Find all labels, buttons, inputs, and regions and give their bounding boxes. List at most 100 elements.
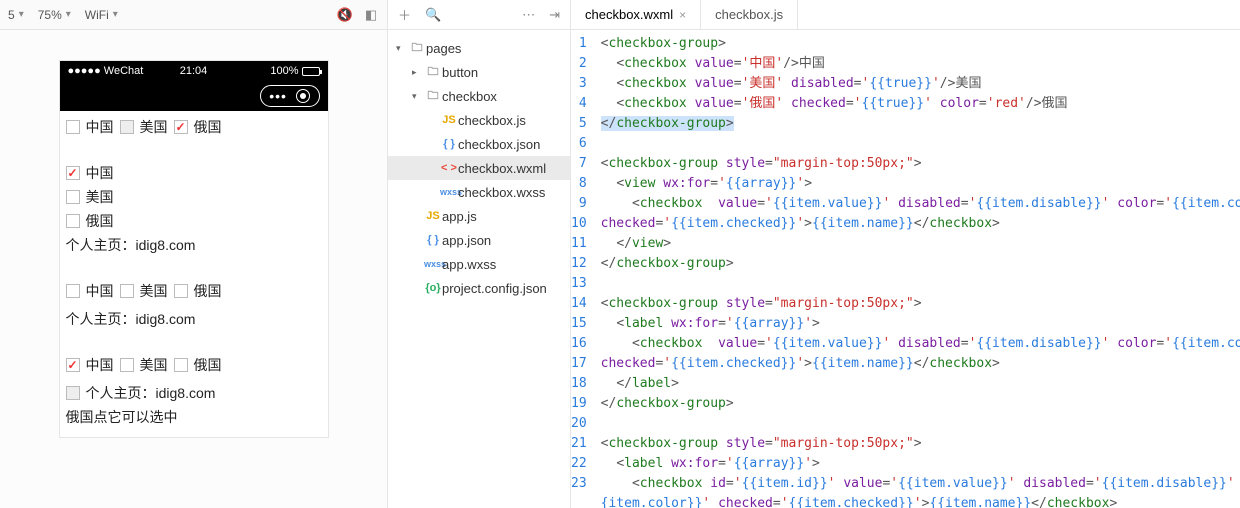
checkbox[interactable]: [120, 284, 134, 298]
checkbox-group-1: 中国 美国 俄国: [66, 117, 322, 137]
checkbox[interactable]: [120, 120, 134, 134]
editor-panel: checkbox.wxml × checkbox.js 1234567891011…: [571, 0, 1240, 508]
checkbox[interactable]: [66, 120, 80, 134]
code-content[interactable]: <checkbox-group> <checkbox value='中国'/>中…: [595, 30, 1240, 508]
file-tree: ▾🗀pages ▸🗀button ▾🗀checkbox JScheckbox.j…: [388, 30, 570, 306]
tab-label: checkbox.wxml: [585, 7, 673, 22]
carrier-label: ●●●●● WeChat: [68, 65, 152, 77]
tree-file[interactable]: wxssapp.wxss: [388, 252, 570, 276]
tree-label: checkbox.js: [458, 113, 526, 128]
checkbox[interactable]: [174, 358, 188, 372]
tree-toolbar: ＋ 🔍 ⋯ ⇥: [388, 0, 570, 30]
more-icon[interactable]: •••: [269, 88, 287, 104]
capsule: •••: [260, 85, 320, 107]
tree-file[interactable]: { }app.json: [388, 228, 570, 252]
chevron-down-icon: ▾: [19, 9, 24, 20]
add-icon[interactable]: ＋: [398, 5, 411, 24]
tree-file[interactable]: JScheckbox.js: [388, 108, 570, 132]
tree-folder-pages[interactable]: ▾🗀pages: [388, 36, 570, 60]
tree-file[interactable]: {o}project.config.json: [388, 276, 570, 300]
simulator-toolbar: 5▾ 75%▾ WiFi▾ 🔇 ◧: [0, 0, 387, 30]
phone-frame: ●●●●● WeChat 21:04 100% ••• 中国 美国 俄国: [59, 60, 329, 438]
line-gutter: 1234567891011121314151617181920212223: [571, 30, 595, 508]
js-icon: JS: [440, 114, 458, 126]
network-value: WiFi: [85, 8, 109, 22]
checkbox[interactable]: [66, 358, 80, 372]
checkbox[interactable]: [66, 284, 80, 298]
mute-icon[interactable]: 🔇: [337, 7, 353, 23]
tree-label: app.wxss: [442, 257, 496, 272]
tree-label: project.config.json: [442, 281, 547, 296]
device-select[interactable]: 5▾: [8, 8, 24, 22]
wxml-icon: < >: [440, 162, 458, 174]
tab-label: checkbox.js: [715, 7, 783, 22]
checkbox-label: 美国: [140, 281, 168, 301]
home-text: 个人主页：idig8.com: [66, 235, 322, 255]
layout-icon[interactable]: ◧: [363, 7, 379, 23]
chevron-down-icon: ▾: [66, 9, 71, 20]
checkbox-label: 中国: [86, 355, 114, 375]
checkbox[interactable]: [66, 166, 80, 180]
note-text: 俄国点它可以选中: [66, 407, 322, 427]
home-text: 个人主页：idig8.com: [86, 383, 216, 403]
wxss-icon: wxss: [424, 259, 442, 269]
clock: 21:04: [152, 65, 236, 77]
json-icon: { }: [424, 234, 442, 246]
caret-down-icon: ▾: [396, 43, 408, 54]
checkbox-label: 俄国: [194, 117, 222, 137]
tree-label: button: [442, 65, 478, 80]
config-icon: {o}: [424, 282, 442, 294]
tree-label: app.js: [442, 209, 477, 224]
tree-label: checkbox.json: [458, 137, 540, 152]
folder-icon: 🗀: [424, 63, 442, 82]
more-icon[interactable]: ⋯: [522, 7, 535, 23]
tree-file[interactable]: JSapp.js: [388, 204, 570, 228]
home-text: 个人主页：idig8.com: [66, 309, 322, 329]
folder-icon: 🗀: [424, 87, 442, 106]
tab-checkbox-wxml[interactable]: checkbox.wxml ×: [571, 0, 701, 29]
checkbox-label: 美国: [140, 117, 168, 137]
tree-folder-button[interactable]: ▸🗀button: [388, 60, 570, 84]
simulator-viewport: ●●●●● WeChat 21:04 100% ••• 中国 美国 俄国: [0, 30, 387, 508]
folder-icon: 🗀: [408, 39, 426, 58]
tree-label: checkbox.wxml: [458, 161, 546, 176]
status-bar: ●●●●● WeChat 21:04 100%: [60, 61, 328, 81]
checkbox-group-2: 中国 美国 俄国 个人主页：idig8.com: [66, 163, 322, 255]
code-editor[interactable]: 1234567891011121314151617181920212223 <c…: [571, 30, 1240, 508]
checkbox-label: 中国: [86, 163, 114, 183]
device-value: 5: [8, 8, 15, 22]
search-icon[interactable]: 🔍: [425, 7, 441, 23]
caret-down-icon: ▾: [412, 91, 424, 102]
checkbox[interactable]: [66, 386, 80, 400]
caret-right-icon: ▸: [412, 67, 424, 78]
checkbox-label: 俄国: [194, 355, 222, 375]
tree-file[interactable]: { }checkbox.json: [388, 132, 570, 156]
tree-label: checkbox.wxss: [458, 185, 545, 200]
checkbox[interactable]: [174, 284, 188, 298]
checkbox[interactable]: [120, 358, 134, 372]
tree-label: pages: [426, 41, 461, 56]
checkbox-group-4: 中国 美国 俄国 个人主页：idig8.com 俄国点它可以选中: [66, 355, 322, 427]
js-icon: JS: [424, 210, 442, 222]
zoom-value: 75%: [38, 8, 62, 22]
checkbox[interactable]: [174, 120, 188, 134]
tab-checkbox-js[interactable]: checkbox.js: [701, 0, 798, 29]
battery-label: 100%: [270, 65, 298, 77]
close-target-icon[interactable]: [296, 89, 310, 103]
close-icon[interactable]: ×: [679, 8, 686, 22]
tree-file-selected[interactable]: < >checkbox.wxml: [388, 156, 570, 180]
wxss-icon: wxss: [440, 187, 458, 197]
checkbox-group-3: 中国 美国 俄国 个人主页：idig8.com: [66, 281, 322, 329]
collapse-icon[interactable]: ⇥: [549, 7, 560, 23]
tree-folder-checkbox[interactable]: ▾🗀checkbox: [388, 84, 570, 108]
checkbox-label: 俄国: [194, 281, 222, 301]
network-select[interactable]: WiFi ▾: [85, 8, 118, 22]
zoom-select[interactable]: 75% ▾: [38, 8, 71, 22]
checkbox[interactable]: [66, 190, 80, 204]
file-tree-panel: ＋ 🔍 ⋯ ⇥ ▾🗀pages ▸🗀button ▾🗀checkbox JSch…: [388, 0, 571, 508]
chevron-down-icon: ▾: [113, 9, 118, 20]
simulator-panel: 5▾ 75%▾ WiFi▾ 🔇 ◧ ●●●●● WeChat 21:04 100…: [0, 0, 388, 508]
checkbox-label: 中国: [86, 117, 114, 137]
tree-file[interactable]: wxsscheckbox.wxss: [388, 180, 570, 204]
checkbox[interactable]: [66, 214, 80, 228]
